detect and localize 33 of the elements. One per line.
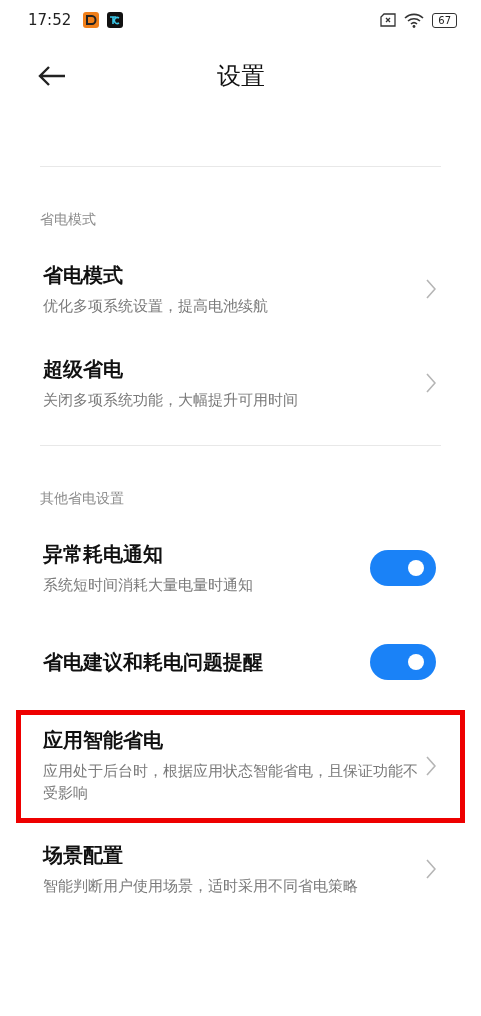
item-title: 应用智能省电 bbox=[43, 727, 164, 754]
chevron-icon bbox=[426, 279, 436, 299]
chevron-icon bbox=[426, 859, 436, 879]
chevron-icon bbox=[426, 755, 436, 776]
settings-item[interactable]: 异常耗电通知 系统短时间消耗大量电量时通知 bbox=[16, 522, 465, 616]
toggle-switch[interactable] bbox=[370, 550, 436, 586]
app-icon bbox=[107, 12, 124, 28]
battery-level: 67 bbox=[432, 12, 457, 28]
item-title: 省电模式 bbox=[43, 261, 124, 289]
chevron-icon bbox=[426, 373, 436, 393]
settings-item[interactable]: 应用智能省电 应用处于后台时，根据应用状态智能省电，且保证功能不受影响 bbox=[16, 710, 465, 823]
wifi-icon bbox=[404, 12, 425, 28]
item-title: 省电建议和耗电问题提醒 bbox=[43, 648, 264, 676]
section-title: 省电模式 bbox=[39, 210, 97, 229]
item-description: 应用处于后台时，根据应用状态智能省电，且保证功能不受影响 bbox=[43, 761, 419, 804]
item-description: 系统短时间消耗大量电量时通知 bbox=[43, 574, 254, 596]
item-description: 优化多项系统设置，提高电池续航 bbox=[43, 295, 269, 317]
section-title: 其他省电设置 bbox=[39, 489, 125, 508]
back-arrow-icon bbox=[38, 66, 66, 86]
sim-off-icon bbox=[380, 13, 397, 27]
item-title: 场景配置 bbox=[43, 841, 124, 869]
settings-item[interactable]: 超级省电 关闭多项系统功能，大幅提升可用时间 bbox=[16, 337, 465, 431]
item-description: 智能判断用户使用场景，适时采用不同省电策略 bbox=[43, 875, 359, 897]
status-time: 17:52 bbox=[28, 11, 72, 29]
item-title: 超级省电 bbox=[43, 355, 124, 383]
settings-item[interactable]: 省电模式 优化多项系统设置，提高电池续航 bbox=[16, 243, 465, 337]
app-icon bbox=[83, 12, 100, 28]
item-description: 关闭多项系统功能，大幅提升可用时间 bbox=[43, 389, 299, 411]
page-title: 设置 bbox=[216, 61, 265, 92]
settings-item[interactable]: 省电建议和耗电问题提醒 bbox=[16, 616, 465, 710]
toggle-switch[interactable] bbox=[370, 644, 436, 680]
settings-item[interactable]: 场景配置 智能判断用户使用场景，适时采用不同省电策略 bbox=[16, 823, 465, 917]
item-title: 异常耗电通知 bbox=[43, 540, 164, 568]
